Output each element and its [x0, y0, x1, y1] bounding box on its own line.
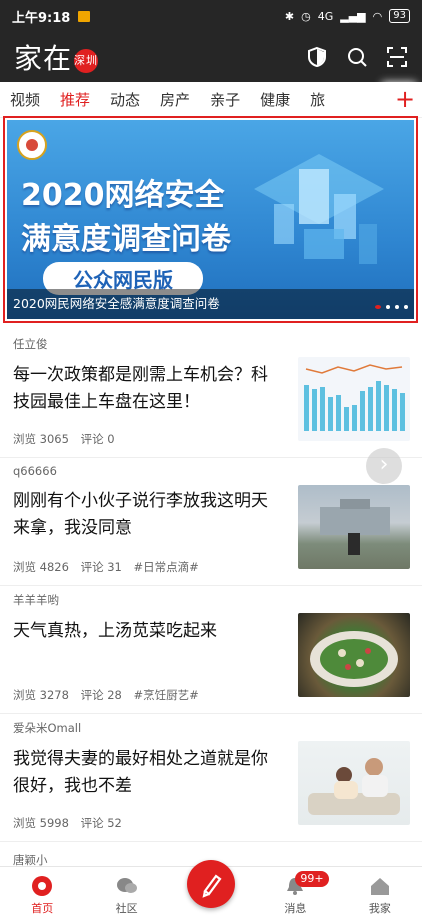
banner-headline-line1: 2020网络安全 [21, 178, 225, 213]
item-meta: 浏览 3278 评论 28 #烹饪厨艺# [13, 687, 207, 703]
bluetooth-icon: ✱ [284, 9, 295, 23]
banner-headline: 2020网络安全 满意度调查问卷 [21, 174, 231, 262]
status-bar: 上午9:18 ✱ ◷ 4G ▂▄▆ ◠ 93 [0, 0, 422, 32]
home-icon [32, 876, 53, 896]
item-thumbnail[interactable] [298, 357, 410, 441]
app-logo: 家在 深圳 [14, 37, 99, 77]
battery-level: 93 [389, 9, 410, 23]
signal-icon: ▂▄▆ [340, 9, 366, 23]
city-illustration [254, 154, 384, 264]
network-type: 4G [317, 9, 334, 23]
feed-item[interactable]: 爱朵米Omall 我觉得夫妻的最好相处之道就是你很好，我也不差 浏览 5998 … [0, 714, 422, 842]
item-author[interactable]: 爱朵米Omall [13, 720, 422, 736]
thumbnail-building-image [320, 499, 390, 555]
tab-video[interactable]: 视频 [0, 89, 50, 110]
item-comments: 评论 28 [80, 688, 122, 702]
app-header: 家在 深圳 [0, 32, 422, 82]
item-comments: 评论 52 [80, 816, 122, 830]
item-views: 浏览 5998 [13, 816, 69, 830]
item-title[interactable]: 天气真热，上汤苋菜吃起来 [13, 618, 283, 645]
wifi-icon: ◠ [372, 9, 383, 23]
pen-icon [202, 874, 222, 898]
item-author[interactable]: 羊羊羊哟 [13, 592, 422, 608]
compose-post-button[interactable] [187, 860, 235, 908]
chat-bubbles-icon [116, 878, 137, 893]
status-time: 上午9:18 [12, 10, 71, 26]
feed-item[interactable]: 羊羊羊哟 天气真热，上汤苋菜吃起来 浏览 3278 评论 28 #烹饪厨艺# [0, 586, 422, 714]
tab-property[interactable]: 房产 [150, 89, 200, 110]
tab-parenting[interactable]: 亲子 [200, 89, 250, 110]
nav-home-label: 首页 [31, 902, 54, 915]
item-author[interactable]: 任立俊 [13, 336, 422, 352]
tab-recommend[interactable]: 推荐 [50, 89, 100, 110]
carousel-dot [404, 305, 408, 309]
item-author[interactable]: q66666 [13, 464, 422, 478]
app-logo-text: 家在 [14, 42, 73, 75]
item-title[interactable]: 每一次政策都是刚需上车机会？科技园最佳上车盘在这里！ [13, 362, 283, 416]
nav-messages[interactable]: 99+ 消息 [253, 867, 337, 921]
feed-item[interactable]: 任立俊 每一次政策都是刚需上车机会？科技园最佳上车盘在这里！ 浏览 3065 评… [0, 330, 422, 458]
item-meta: 浏览 5998 评论 52 [13, 815, 130, 831]
banner-slide[interactable]: 2020网络安全 满意度调查问卷 公众网民版 2020网民网络安全感满意度调查问… [7, 120, 414, 319]
item-comments: 评论 0 [80, 432, 115, 446]
category-tabs: 视频 推荐 动态 房产 亲子 健康 旅 + [0, 82, 422, 118]
scan-icon[interactable] [386, 46, 408, 68]
city-switch-button[interactable]: 深圳 [74, 48, 99, 73]
item-views: 浏览 3065 [13, 432, 69, 446]
carousel-dot [386, 305, 390, 309]
banner-caption: 2020网民网络安全感满意度调查问卷 [7, 289, 414, 319]
item-meta: 浏览 3065 评论 0 [13, 431, 123, 447]
search-icon[interactable] [346, 46, 368, 68]
item-tag[interactable]: #日常点滴# [134, 560, 199, 574]
thumbnail-couple-image [308, 758, 400, 815]
carousel-dot [375, 305, 381, 309]
feed-item[interactable]: q66666 刚刚有个小伙子说行李放我这明天来拿，我没同意 浏览 4826 评论… [0, 458, 422, 586]
messages-badge: 99+ [295, 871, 329, 887]
item-thumbnail[interactable] [298, 485, 410, 569]
tab-dynamics[interactable]: 动态 [100, 89, 150, 110]
item-views: 浏览 4826 [13, 560, 69, 574]
nav-home[interactable]: 首页 [0, 867, 84, 921]
nav-community-label: 社区 [115, 902, 138, 915]
carousel-indicator [375, 305, 408, 309]
house-icon [370, 878, 389, 895]
tab-travel[interactable]: 旅 [300, 89, 335, 110]
item-tag[interactable]: #烹饪厨艺# [134, 688, 199, 702]
banner-carousel[interactable]: 2020网络安全 满意度调查问卷 公众网民版 2020网民网络安全感满意度调查问… [3, 116, 418, 323]
header-actions [306, 46, 408, 68]
nav-mine-label: 我家 [368, 902, 391, 915]
shield-icon[interactable] [306, 46, 328, 68]
notification-icon [78, 10, 91, 22]
emblem-icon [17, 130, 47, 160]
next-arrow-button[interactable]: › [366, 448, 402, 484]
thumbnail-food-image [310, 631, 398, 687]
alarm-icon: ◷ [301, 9, 311, 23]
feed-list: 任立俊 每一次政策都是刚需上车机会？科技园最佳上车盘在这里！ 浏览 3065 评… [0, 330, 422, 842]
carousel-dot [395, 305, 399, 309]
nav-community[interactable]: 社区 [84, 867, 168, 921]
item-title[interactable]: 刚刚有个小伙子说行李放我这明天来拿，我没同意 [13, 488, 283, 542]
banner-headline-line2: 满意度调查问卷 [21, 222, 231, 257]
nav-messages-label: 消息 [284, 902, 307, 915]
item-comments: 评论 31 [80, 560, 122, 574]
thumbnail-chart-image [304, 364, 405, 431]
tab-health[interactable]: 健康 [250, 89, 300, 110]
status-icons: ✱ ◷ 4G ▂▄▆ ◠ 93 [285, 9, 410, 23]
nav-mine[interactable]: 我家 [338, 867, 422, 921]
item-meta: 浏览 4826 评论 31 #日常点滴# [13, 559, 207, 575]
item-thumbnail[interactable] [298, 613, 410, 697]
item-title[interactable]: 我觉得夫妻的最好相处之道就是你很好，我也不差 [13, 746, 283, 800]
add-tab-button[interactable]: + [388, 82, 422, 117]
item-views: 浏览 3278 [13, 688, 69, 702]
item-thumbnail[interactable] [298, 741, 410, 825]
